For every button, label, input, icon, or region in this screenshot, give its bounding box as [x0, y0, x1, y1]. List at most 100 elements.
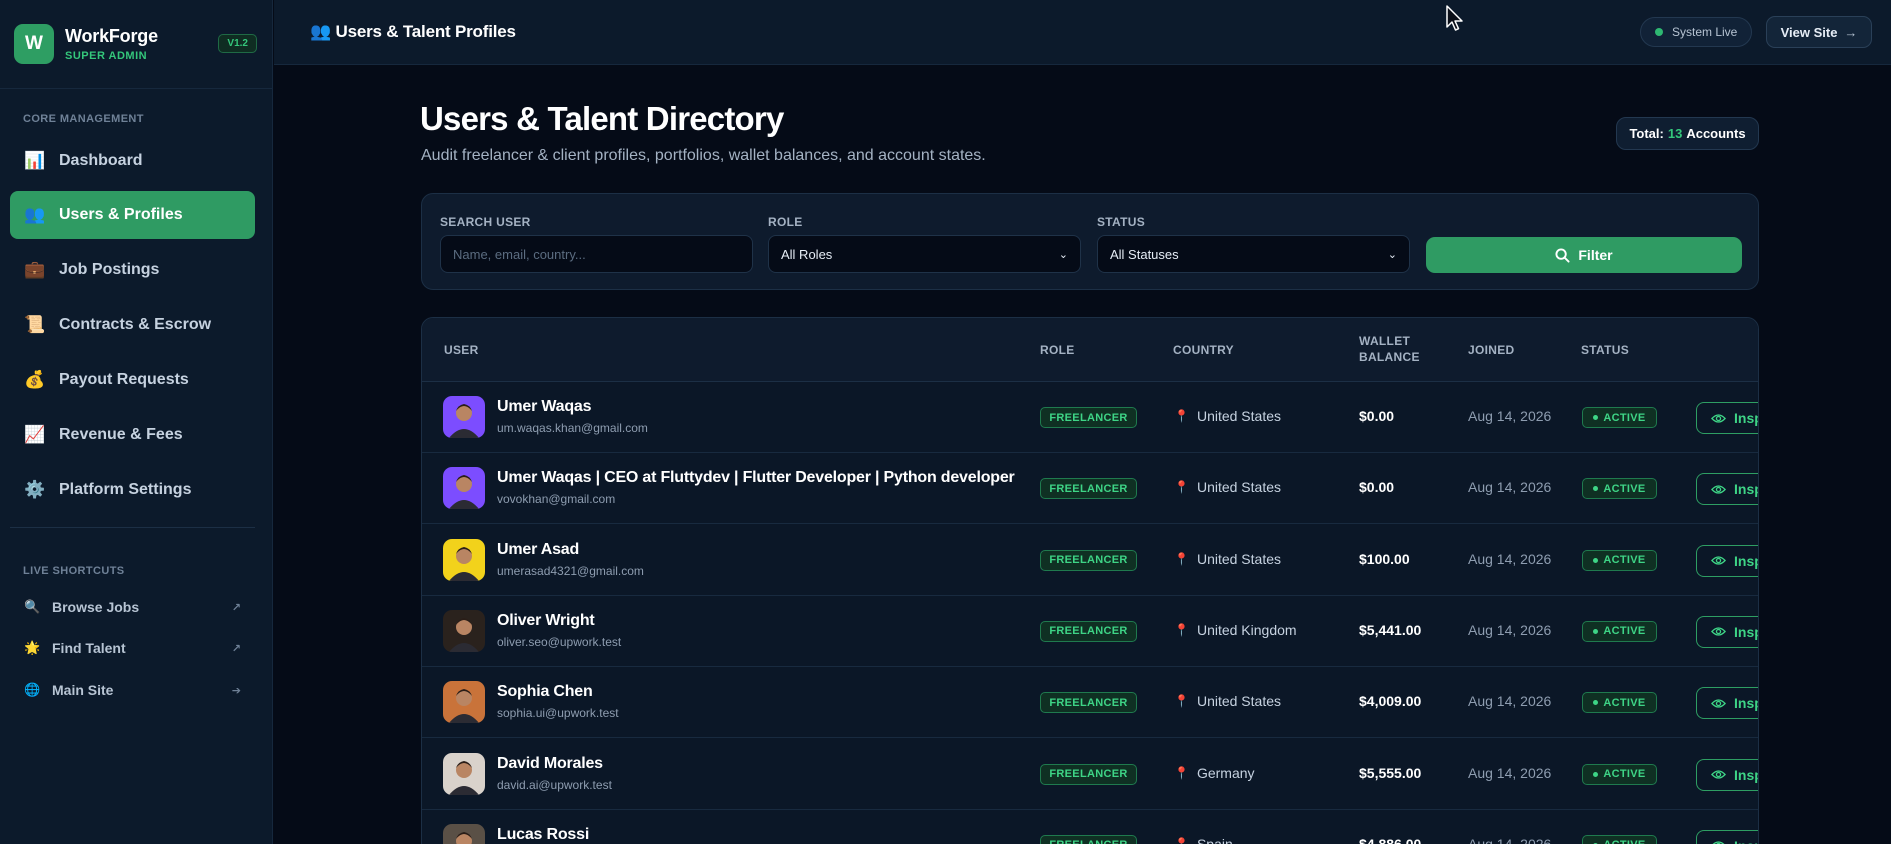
role-badge: FREELANCER: [1040, 692, 1137, 714]
inspect-button[interactable]: Insp: [1696, 758, 1758, 791]
total-prefix: Total:: [1629, 126, 1664, 141]
page-title: Users & Talent Directory: [420, 100, 784, 137]
header-user: USER: [444, 343, 479, 357]
header-joined: JOINED: [1468, 343, 1515, 357]
header-wallet-line1: WALLET: [1359, 334, 1411, 348]
table-row[interactable]: Umer Asad umerasad4321@gmail.com FREELANCE…: [422, 525, 1758, 596]
user-name[interactable]: Oliver Wright: [497, 612, 595, 630]
role-select[interactable]: All Roles ⌄: [768, 235, 1081, 273]
shortcut-main-site[interactable]: 🌐 Main Site ➔: [24, 678, 241, 702]
sidebar-item-label: Revenue & Fees: [59, 426, 183, 443]
status-badge: ACTIVE: [1582, 407, 1657, 428]
country-cell: 📍 United States: [1174, 479, 1281, 495]
system-status-pill: System Live: [1640, 17, 1752, 47]
country-cell: 📍 Germany: [1174, 765, 1255, 781]
gear-icon: ⚙️: [24, 480, 46, 499]
status-text: ACTIVE: [1603, 768, 1646, 780]
search-input[interactable]: [440, 235, 753, 273]
inspect-button[interactable]: Insp: [1696, 615, 1758, 648]
brand-logo: W: [14, 24, 54, 64]
eye-icon: [1711, 699, 1726, 708]
magnifier-icon: 🔍: [24, 599, 41, 614]
user-name[interactable]: Umer Waqas | CEO at Fluttydev | Flutter …: [497, 469, 1015, 487]
status-select[interactable]: All Statuses ⌄: [1097, 235, 1410, 273]
role-label: ROLE: [768, 215, 803, 229]
country-cell: 📍 United Kingdom: [1174, 622, 1297, 638]
inspect-label: Insp: [1734, 623, 1758, 640]
joined-date: Aug 14, 2026: [1468, 550, 1552, 567]
sidebar-item-revenue-fees[interactable]: 📈 Revenue & Fees: [10, 411, 255, 459]
status-text: ACTIVE: [1603, 482, 1646, 495]
brand-role: SUPER ADMIN: [65, 50, 148, 62]
shortcut-find-talent[interactable]: 🌟 Find Talent ↗: [24, 636, 241, 660]
shortcut-browse-jobs[interactable]: 🔍 Browse Jobs ↗: [24, 595, 241, 619]
inspect-button[interactable]: Insp: [1696, 829, 1758, 844]
user-name[interactable]: David Morales: [497, 755, 603, 773]
country-cell: 📍 United States: [1174, 551, 1281, 567]
inspect-button[interactable]: Insp: [1696, 687, 1758, 720]
table-row[interactable]: Oliver Wright oliver.seo@upwork.test FREEL…: [422, 596, 1758, 667]
avatar-person-icon: [449, 760, 479, 795]
status-text: ACTIVE: [1603, 696, 1646, 709]
arrow-right-icon: →: [1844, 24, 1858, 40]
status-badge: ACTIVE: [1582, 692, 1657, 714]
brand-name: WorkForge: [65, 26, 158, 46]
shortcut-label: Browse Jobs: [52, 599, 140, 615]
sidebar-divider: [10, 527, 255, 528]
user-name[interactable]: Lucas Rossi: [497, 826, 589, 844]
view-site-button[interactable]: View Site →: [1766, 16, 1872, 48]
table-row[interactable]: Sophia Chen sophia.ui@upwork.test FREELANC…: [422, 667, 1758, 739]
country-name: United States: [1196, 693, 1282, 710]
sidebar-item-contracts-escrow[interactable]: 📜 Contracts & Escrow: [10, 301, 255, 349]
scroll-icon: 📜: [24, 315, 46, 334]
avatar-person-icon: [456, 831, 472, 844]
filter-button-label: Filter: [1578, 247, 1613, 263]
sidebar-item-users-profiles[interactable]: 👥 Users & Profiles: [10, 191, 255, 239]
wallet-balance: $0.00: [1359, 479, 1395, 496]
wallet-balance: $5,441.00: [1359, 621, 1422, 638]
external-arrow-icon: ↗: [231, 642, 241, 655]
table-row[interactable]: Umer Waqas um.waqas.khan@gmail.com FREELAN…: [422, 382, 1758, 453]
status-text: ACTIVE: [1603, 411, 1646, 424]
view-site-label: View Site: [1780, 24, 1838, 40]
external-arrow-icon: ➔: [231, 684, 241, 697]
avatar-person-icon: [449, 689, 479, 724]
avatar: [443, 752, 485, 795]
sidebar-item-job-postings[interactable]: 💼 Job Postings: [10, 246, 255, 294]
user-email: david.ai@upwork.test: [497, 777, 612, 792]
role-badge: FREELANCER: [1040, 478, 1137, 500]
chevron-down-icon: ⌄: [1058, 248, 1068, 261]
user-name[interactable]: Umer Waqas: [497, 398, 592, 416]
inspect-button[interactable]: Insp: [1696, 544, 1758, 577]
status-dot-icon: [1593, 700, 1599, 706]
table-row[interactable]: Lucas Rossi FREELANCER 📍 Spain $4,886.00 Aug …: [422, 810, 1758, 844]
sidebar-item-dashboard[interactable]: 📊 Dashboard: [10, 137, 255, 185]
star-icon: 🌟: [24, 640, 41, 655]
status-dot-icon: [1593, 557, 1599, 563]
role-badge: FREELANCER: [1040, 834, 1137, 844]
user-name[interactable]: Umer Asad: [497, 541, 579, 559]
eye-icon: [1711, 770, 1726, 779]
status-dot-icon: [1593, 771, 1599, 777]
status-dot-icon: [1655, 28, 1663, 36]
wallet-balance: $4,009.00: [1359, 693, 1422, 710]
user-email: vovokhan@gmail.com: [497, 492, 616, 507]
table-row[interactable]: Umer Waqas | CEO at Fluttydev | Flutter …: [422, 453, 1758, 525]
status-text: ACTIVE: [1603, 554, 1646, 567]
section-label-core: CORE MANAGEMENT: [23, 113, 144, 125]
brand[interactable]: W WorkForge SUPER ADMIN V1.2: [14, 24, 259, 64]
filter-button[interactable]: Filter: [1426, 237, 1742, 273]
user-name[interactable]: Sophia Chen: [497, 683, 593, 701]
sidebar-item-payout-requests[interactable]: 💰 Payout Requests: [10, 356, 255, 404]
status-dot-icon: [1593, 486, 1599, 492]
status-text: ACTIVE: [1603, 839, 1645, 844]
header-status: STATUS: [1581, 343, 1630, 357]
role-badge: FREELANCER: [1040, 407, 1137, 428]
table-row[interactable]: David Morales david.ai@upwork.test FREELAN…: [422, 739, 1758, 810]
inspect-button[interactable]: Insp: [1696, 473, 1758, 506]
total-count: 13: [1667, 126, 1683, 141]
sidebar-item-platform-settings[interactable]: ⚙️ Platform Settings: [10, 466, 255, 514]
inspect-button[interactable]: Insp: [1696, 402, 1758, 434]
inspect-label: Insp: [1734, 410, 1758, 426]
money-bag-icon: 💰: [24, 370, 46, 389]
